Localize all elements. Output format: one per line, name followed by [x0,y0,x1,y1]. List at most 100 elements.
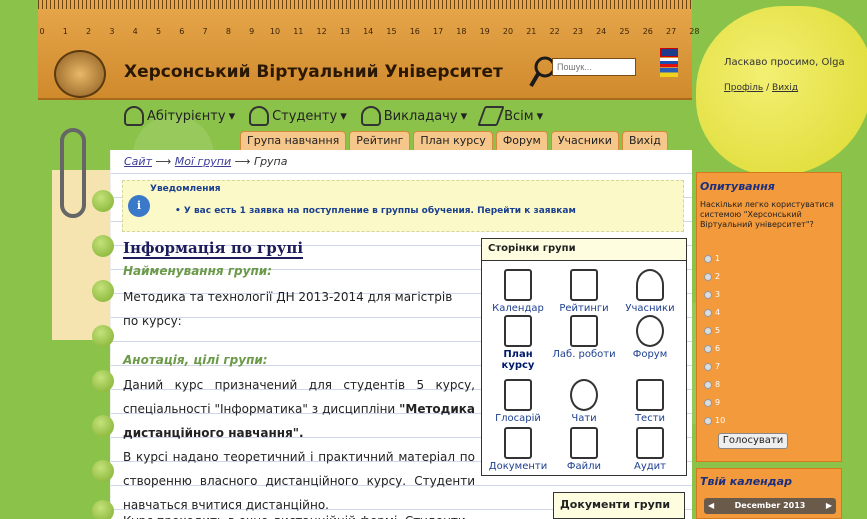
ruler-number: 2 [86,27,92,36]
ruler-number: 3 [109,27,115,36]
poll-option[interactable]: 2 [704,272,720,281]
header-ruler: 0 1 2 3 4 5 6 7 8 9 10 11 12 13 14 15 16 17 18 19 20 21 22 23 24… [38,0,699,100]
nav-teacher[interactable]: Викладачу ▾ [360,104,467,128]
poll-title: Опитування [700,180,775,193]
notebook-hole [92,235,114,257]
group-page-files[interactable]: Файли [552,427,616,472]
ruler-number: 21 [526,27,537,36]
group-page-glossary[interactable]: Глосарій [486,379,550,424]
annotation-paragraph-3: Курс проходить в очно-дистанційній формі… [123,509,475,519]
tab-rating[interactable]: Рейтинг [349,131,411,151]
site-title[interactable]: Херсонський Віртуальний Університет [124,62,503,82]
calendar-prev-icon[interactable]: ◀ [708,498,714,514]
tab-forum[interactable]: Форум [495,131,548,151]
people-icon [636,269,664,301]
ruler-number: 14 [363,27,374,36]
nav-label: Всім [504,108,534,124]
group-documents-title: Документи групи [553,492,685,519]
nav-applicant[interactable]: Абітурієнту ▾ [124,104,235,128]
group-page-course-plan[interactable]: План курсу [486,315,550,371]
ruler-number: 20 [502,27,514,36]
group-page-tests[interactable]: Тести [618,379,682,424]
ruler-number: 0 [39,27,45,36]
group-page-participants[interactable]: Учасники [618,269,682,314]
everyone-icon [477,106,505,126]
flag-ru-icon[interactable] [660,58,678,67]
poll-option[interactable]: 5 [704,326,720,335]
poll-option[interactable]: 4 [704,308,720,317]
notification-title: Уведомления [150,184,221,194]
nav-label: Викладачу [383,108,458,124]
chevron-down-icon: ▾ [536,108,544,124]
group-page-ratings[interactable]: Рейтинги [552,269,616,314]
group-page-calendar[interactable]: Календар [486,269,550,314]
logout-link[interactable]: Вихід [772,83,798,93]
nav-label: Абітурієнту [147,108,226,124]
ruler-number: 1 [62,27,68,36]
calendar-icon [504,269,532,301]
bar-chart-icon [570,269,598,301]
notebook-hole [92,415,114,437]
course-tabs: Група навчання Рейтинг План курсу Форум … [240,131,668,151]
search-input[interactable] [552,58,636,76]
chevron-down-icon: ▾ [340,108,347,124]
tab-participants[interactable]: Учасники [550,131,619,151]
poll-option[interactable]: 7 [704,362,720,371]
ruler-number: 19 [479,27,490,36]
poll-option[interactable]: 10 [704,416,725,425]
notebook-hole [92,460,114,482]
breadcrumb-groups[interactable]: Мої групи [175,155,231,168]
notebook-hole [92,325,114,347]
calendar-next-icon[interactable]: ▶ [826,498,832,514]
breadcrumb: Сайт ⟶ Мої групи ⟶ Група [124,155,288,168]
info-icon: i [128,195,150,217]
notification-text[interactable]: • У вас есть 1 заявка на поступление в г… [175,206,576,216]
nav-everyone[interactable]: Всім ▾ [477,104,544,128]
profile-link[interactable]: Профіль [724,83,763,93]
poll-option[interactable]: 1 [704,254,720,263]
tab-course-plan[interactable]: План курсу [413,131,493,151]
poll-option[interactable]: 8 [704,380,720,389]
ruler-number: 8 [225,27,231,36]
ruler-number: 13 [339,27,350,36]
group-page-lab-works[interactable]: Лаб. роботи [552,315,616,360]
speech-bubble-icon [636,315,664,347]
flask-icon [570,315,598,347]
ruler-number: 11 [293,27,304,36]
nav-student[interactable]: Студенту ▾ [249,104,347,128]
poll-option[interactable]: 6 [704,344,720,353]
main-navigation: Абітурієнту ▾ Студенту ▾ Викладачу ▾ Всім ▾ [124,104,543,128]
group-page-documents[interactable]: Документи [486,427,550,472]
poll-question: Наскільки легко користуватися системою "… [700,200,834,229]
applicant-icon [124,106,144,126]
group-page-audit[interactable]: Аудит [618,427,682,472]
tab-group-study[interactable]: Група навчання [240,131,347,151]
tab-exit[interactable]: Вихід [621,131,668,151]
annotation-paragraph-1: Даний курс призначений для студентів 5 к… [123,378,475,440]
group-name-text: Методика та технології ДН 2013-2014 для … [123,290,453,328]
vote-button[interactable]: Голосувати [718,433,788,449]
ruler-number: 10 [269,27,281,36]
university-logo[interactable] [54,50,106,98]
breadcrumb-site[interactable]: Сайт [124,155,152,168]
ruler-number: 15 [386,27,397,36]
group-page-chats[interactable]: Чати [552,379,616,424]
ruler-number: 12 [316,27,327,36]
student-icon [249,106,270,126]
flag-ua-icon[interactable] [660,68,678,77]
audit-icon [636,427,664,459]
annotation-label: Анотація, цілі групи: [123,353,268,367]
ruler-number: 28 [689,27,700,36]
ruler-number: 18 [456,27,467,36]
language-flags[interactable] [660,48,678,78]
poll-option[interactable]: 9 [704,398,720,407]
chat-bubble-icon [570,379,598,411]
group-page-forum[interactable]: Форум [618,315,682,360]
user-links: Профіль / Вихід [724,83,798,93]
poll-option[interactable]: 3 [704,290,720,299]
flag-uk-icon[interactable] [660,48,678,57]
file-icon [570,427,598,459]
welcome-text: Ласкаво просимо, Olga [724,57,845,68]
ruler-number: 25 [619,27,630,36]
ruler-number: 7 [202,27,208,36]
